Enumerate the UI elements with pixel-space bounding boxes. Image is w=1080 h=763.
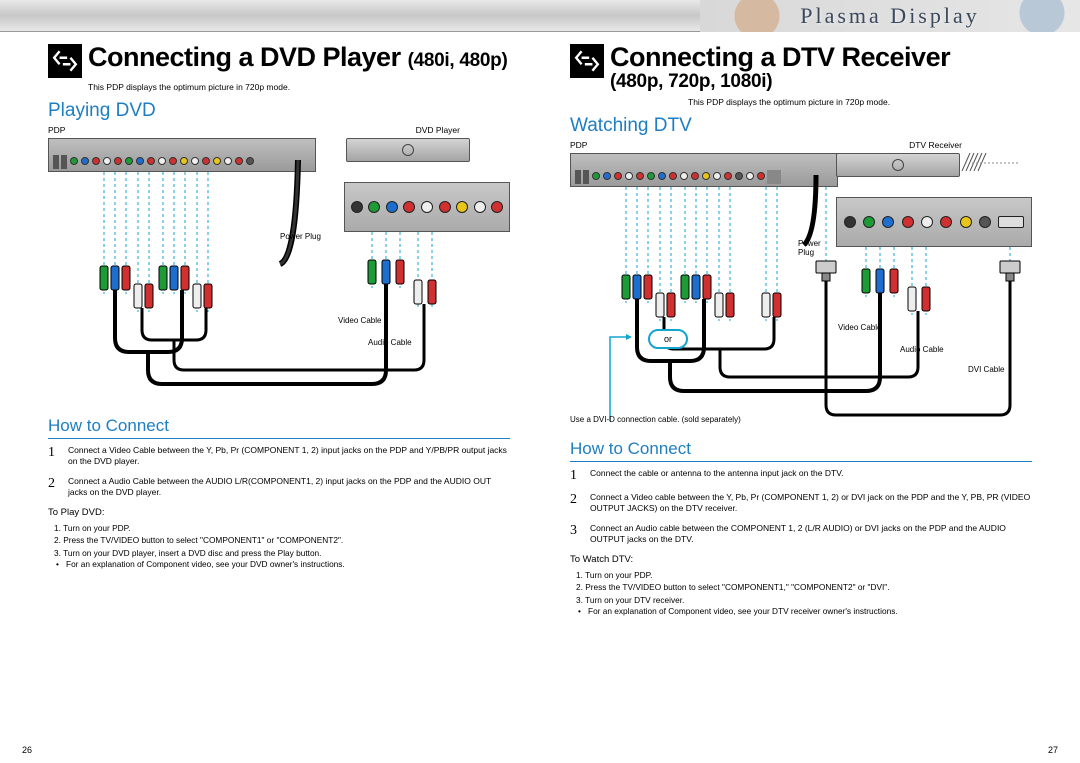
play-step: 2. Press the TV/VIDEO button to select "… (576, 581, 1032, 593)
label-dtv-receiver: DTV Receiver (909, 140, 962, 150)
wiring-diagram-left: Power Plug Video Cable Audio Cable (48, 138, 510, 408)
step-text: Connect a Video cable between the Y, Pb,… (590, 492, 1032, 515)
page-title: Connecting a DVD Player (480i, 480p) (88, 44, 508, 71)
play-step: 3. Turn on your DVD player, insert a DVD… (54, 547, 510, 559)
page-right: Connecting a DTV Receiver (480p, 720p, 1… (540, 32, 1080, 763)
play-steps: 1. Turn on your PDP. 2. Press the TV/VID… (570, 569, 1032, 606)
connect-steps: 1 Connect a Video Cable between the Y, Pb… (48, 445, 510, 499)
step-number: 2 (570, 492, 582, 515)
title-note: This PDP displays the optimum picture in… (88, 82, 510, 92)
play-heading: To Watch DTV: (570, 554, 1032, 565)
page-spread: Connecting a DVD Player (480i, 480p) Thi… (0, 32, 1080, 763)
step-number: 3 (570, 523, 582, 546)
label-audio-cable: Audio Cable (900, 345, 944, 354)
top-banner: Plasma Display (0, 0, 1080, 32)
play-step: 1. Turn on your PDP. (54, 522, 510, 534)
label-audio-cable: Audio Cable (368, 338, 412, 347)
play-note: For an explanation of Component video, s… (48, 559, 510, 569)
step-text: Connect an Audio cable between the COMPO… (590, 523, 1032, 546)
page-number: 26 (22, 745, 32, 755)
diagram-title: Watching DTV (570, 115, 1032, 137)
page-title: Connecting a DTV Receiver (480p, 720p, 1… (610, 44, 950, 93)
step-number: 2 (48, 476, 60, 499)
connect-icon (48, 44, 82, 78)
label-power-plug: Power Plug (798, 239, 821, 257)
page-number: 27 (1048, 745, 1058, 755)
play-step: 1. Turn on your PDP. (576, 569, 1032, 581)
connect-icon (570, 44, 604, 78)
label-pdp: PDP (570, 140, 587, 150)
title-resolution: (480i, 480p) (408, 50, 508, 71)
label-video-cable: Video Cable (338, 316, 381, 325)
connect-steps: 1 Connect the cable or antenna to the ant… (570, 468, 1032, 546)
step-number: 1 (48, 445, 60, 468)
howto-heading: How to Connect (48, 414, 510, 439)
title-note: This PDP displays the optimum picture in… (688, 97, 1032, 107)
diagram-title: Playing DVD (48, 100, 510, 122)
wiring-svg (570, 153, 1032, 423)
wiring-svg (48, 138, 510, 408)
title-row: Connecting a DTV Receiver (480p, 720p, 1… (570, 44, 1032, 93)
label-video-cable: Video Cable (838, 323, 881, 332)
play-heading: To Play DVD: (48, 507, 510, 518)
label-power-plug: Power Plug (280, 232, 321, 241)
play-steps: 1. Turn on your PDP. 2. Press the TV/VID… (48, 522, 510, 559)
step-text: Connect the cable or antenna to the ante… (590, 468, 843, 484)
step-text: Connect a Video Cable between the Y, Pb,… (68, 445, 510, 468)
label-dvdplayer: DVD Player (416, 125, 460, 135)
title-main: Connecting a DVD Player (88, 42, 401, 72)
plasma-display-badge: Plasma Display (700, 0, 1080, 32)
page-left: Connecting a DVD Player (480i, 480p) Thi… (0, 32, 540, 763)
wiring-diagram-right: or Power Plug Video Cable Audio Cable DV… (570, 153, 1032, 423)
play-step: 2. Press the TV/VIDEO button to select "… (54, 534, 510, 546)
title-row: Connecting a DVD Player (480i, 480p) (48, 44, 510, 78)
or-badge: or (648, 329, 688, 349)
howto-heading: How to Connect (570, 437, 1032, 462)
label-dvi-cable: DVI Cable (968, 365, 1004, 374)
step-text: Connect a Audio Cable between the AUDIO … (68, 476, 510, 499)
play-note: For an explanation of Component video, s… (570, 606, 1032, 616)
title-main: Connecting a DTV Receiver (610, 44, 950, 71)
dvi-footnote: Use a DVI-D connection cable. (sold sepa… (570, 415, 741, 424)
title-resolution: (480p, 720p, 1080i) (610, 71, 950, 93)
label-pdp: PDP (48, 125, 65, 135)
play-step: 3. Turn on your DTV receiver. (576, 594, 1032, 606)
step-number: 1 (570, 468, 582, 484)
